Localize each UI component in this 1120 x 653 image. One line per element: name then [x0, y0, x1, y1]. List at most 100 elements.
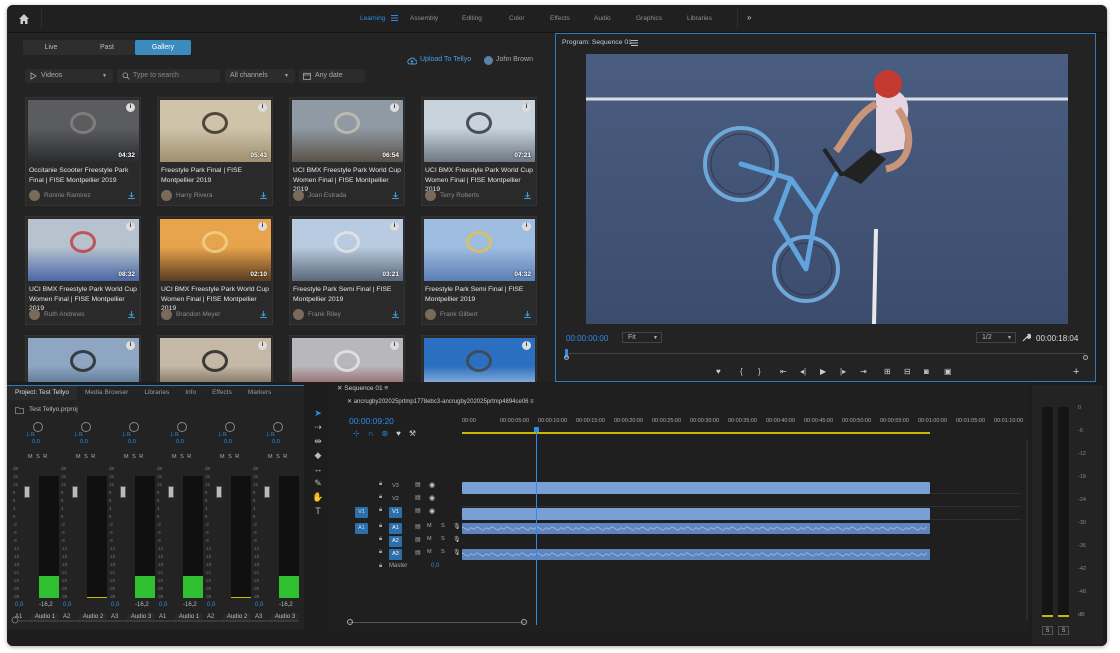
channels-select[interactable]: All channels ▼	[225, 69, 295, 83]
user-name[interactable]: John Brown	[496, 56, 533, 63]
zoom-handle-right[interactable]	[521, 619, 527, 625]
sync-icon[interactable]: ▤	[415, 549, 421, 556]
solo-right-button[interactable]: S	[1058, 626, 1069, 635]
fader-handle[interactable]	[264, 486, 270, 498]
zoom-handle-left[interactable]	[347, 619, 353, 625]
track-select-tool-icon[interactable]: ⇢	[312, 422, 324, 434]
workspace-learning[interactable]: Learning	[360, 15, 385, 22]
pan-knob[interactable]	[273, 422, 283, 432]
zoom-handle-right[interactable]	[1083, 355, 1088, 360]
sync-icon[interactable]: ▤	[415, 481, 421, 488]
insert-icon[interactable]: ⊞	[884, 367, 891, 376]
video-thumbnail[interactable]: i 02:10	[160, 219, 271, 281]
msr-buttons[interactable]: M S R	[28, 454, 48, 460]
pan-knob[interactable]	[129, 422, 139, 432]
msr-buttons[interactable]: M S R	[124, 454, 144, 460]
info-icon[interactable]: i	[126, 103, 135, 112]
track-label[interactable]: A2	[389, 536, 402, 547]
source-patch[interactable]: A1	[355, 523, 368, 534]
add-marker-icon[interactable]: ♥	[396, 429, 409, 438]
video-clip-v3[interactable]	[462, 482, 930, 494]
info-icon[interactable]: i	[390, 103, 399, 112]
zoom-handle-left[interactable]	[564, 355, 569, 360]
video-card[interactable]: i	[421, 335, 537, 382]
solo-button[interactable]: S	[441, 523, 445, 529]
workspace-graphics[interactable]: Graphics	[636, 15, 662, 22]
timecode-in[interactable]: 00:00:00:00	[566, 334, 608, 343]
pan-value[interactable]: 0,0	[272, 439, 280, 445]
lock-icon[interactable]: 🔒︎	[379, 563, 382, 570]
workspace-assembly[interactable]: Assembly	[410, 15, 438, 22]
video-card[interactable]: i	[157, 335, 273, 382]
video-thumbnail[interactable]: i 06:54	[292, 100, 403, 162]
slip-tool-icon[interactable]: ↔	[312, 464, 324, 476]
video-card[interactable]: i 04:32 Occitanie Scooter Freestyle Park F…	[25, 97, 141, 206]
video-thumbnail[interactable]: i	[160, 338, 271, 382]
info-icon[interactable]: i	[258, 222, 267, 231]
add-button-icon[interactable]: +	[1073, 366, 1079, 378]
video-title[interactable]: UCI BMX Freestyle Park World Cup Women F…	[293, 166, 403, 195]
tab-markers[interactable]: Markers	[240, 386, 279, 400]
ripple-edit-tool-icon[interactable]: ⇹	[312, 436, 324, 448]
fader-handle[interactable]	[120, 486, 126, 498]
hand-tool-icon[interactable]: ✋	[312, 492, 324, 504]
msr-buttons[interactable]: M S R	[172, 454, 192, 460]
eye-icon[interactable]: ◉	[429, 507, 435, 515]
video-thumbnail[interactable]: i 05:43	[160, 100, 271, 162]
upload-link[interactable]: Upload To Tellyo	[420, 56, 471, 63]
razor-tool-icon[interactable]: ◆	[312, 450, 324, 462]
download-icon[interactable]	[523, 191, 532, 200]
fader-handle[interactable]	[24, 486, 30, 498]
fader-track[interactable]: dB 15 12 9 6 3 0 -3 -6 -9 -12 -15 -18 -21 -24 -30 -36	[61, 466, 78, 599]
wrench-icon[interactable]: ⚒	[409, 429, 424, 438]
go-to-out-icon[interactable]: ⇥	[860, 367, 867, 376]
video-card[interactable]: i	[25, 335, 141, 382]
lock-icon[interactable]: 🔒︎	[379, 523, 382, 530]
track-label[interactable]: A3	[389, 549, 402, 560]
tab-gallery[interactable]: Gallery	[135, 40, 191, 55]
lock-icon[interactable]: 🔒︎	[379, 494, 382, 501]
tab-project[interactable]: Project: Test Tellyo	[7, 386, 77, 400]
video-title[interactable]: UCI BMX Freestyle Park World Cup Women F…	[29, 285, 139, 314]
video-title[interactable]: UCI BMX Freestyle Park World Cup Women F…	[425, 166, 535, 195]
snap-icon[interactable]: ∩	[368, 429, 382, 438]
master-value[interactable]: 0,0	[431, 563, 439, 569]
timeline-timecode[interactable]: 00:00:09:20	[349, 416, 394, 426]
export-frame-icon[interactable]: ◙	[924, 367, 929, 376]
track-label[interactable]: V1	[389, 507, 402, 518]
resolution-select[interactable]: 1/2 ▼	[976, 332, 1016, 343]
tab-effects[interactable]: Effects	[204, 386, 240, 400]
download-icon[interactable]	[259, 310, 268, 319]
video-card[interactable]: i 08:32 UCI BMX Freestyle Park World Cup W…	[25, 216, 141, 325]
timeline-zoom-bar[interactable]	[349, 622, 524, 623]
info-icon[interactable]: i	[126, 341, 135, 350]
sequence-name[interactable]: ✕ ancrugby202025prtmp1778ebc3-ancrugby20…	[347, 398, 534, 405]
workspace-effects[interactable]: Effects	[550, 15, 570, 22]
mute-button[interactable]: M	[427, 549, 432, 555]
video-thumbnail[interactable]: i 03:21	[292, 219, 403, 281]
video-thumbnail[interactable]: i 04:32	[424, 219, 535, 281]
info-icon[interactable]: i	[522, 222, 531, 231]
fader-track[interactable]: dB 15 12 9 6 3 0 -3 -6 -9 -12 -15 -18 -21 -24 -30 -36	[253, 466, 270, 599]
lock-icon[interactable]: 🔒︎	[379, 507, 382, 514]
solo-button[interactable]: S	[441, 536, 445, 542]
tab-libraries[interactable]: Libraries	[136, 386, 177, 400]
scrubber-track[interactable]	[566, 353, 1086, 354]
overwrite-icon[interactable]: ⊟	[904, 367, 911, 376]
mark-out-icon[interactable]: }	[758, 367, 761, 376]
solo-left-button[interactable]: S	[1042, 626, 1053, 635]
pan-value[interactable]: 0,0	[32, 439, 40, 445]
menu-icon[interactable]	[391, 15, 398, 21]
download-icon[interactable]	[523, 310, 532, 319]
sync-icon[interactable]: ▤	[415, 507, 421, 514]
close-icon[interactable]: ✕	[347, 399, 354, 405]
selection-tool-icon[interactable]: ➤	[312, 408, 324, 420]
download-icon[interactable]	[127, 191, 136, 200]
video-card[interactable]: i 02:10 UCI BMX Freestyle Park World Cup W…	[157, 216, 273, 325]
video-card[interactable]: i 03:21 Freestyle Park Semi Final | FISE M…	[289, 216, 405, 325]
download-icon[interactable]	[391, 310, 400, 319]
eye-icon[interactable]: ◉	[429, 494, 435, 502]
source-patch[interactable]: V1	[355, 507, 368, 518]
video-thumbnail[interactable]: i	[28, 338, 139, 382]
fader-handle[interactable]	[168, 486, 174, 498]
